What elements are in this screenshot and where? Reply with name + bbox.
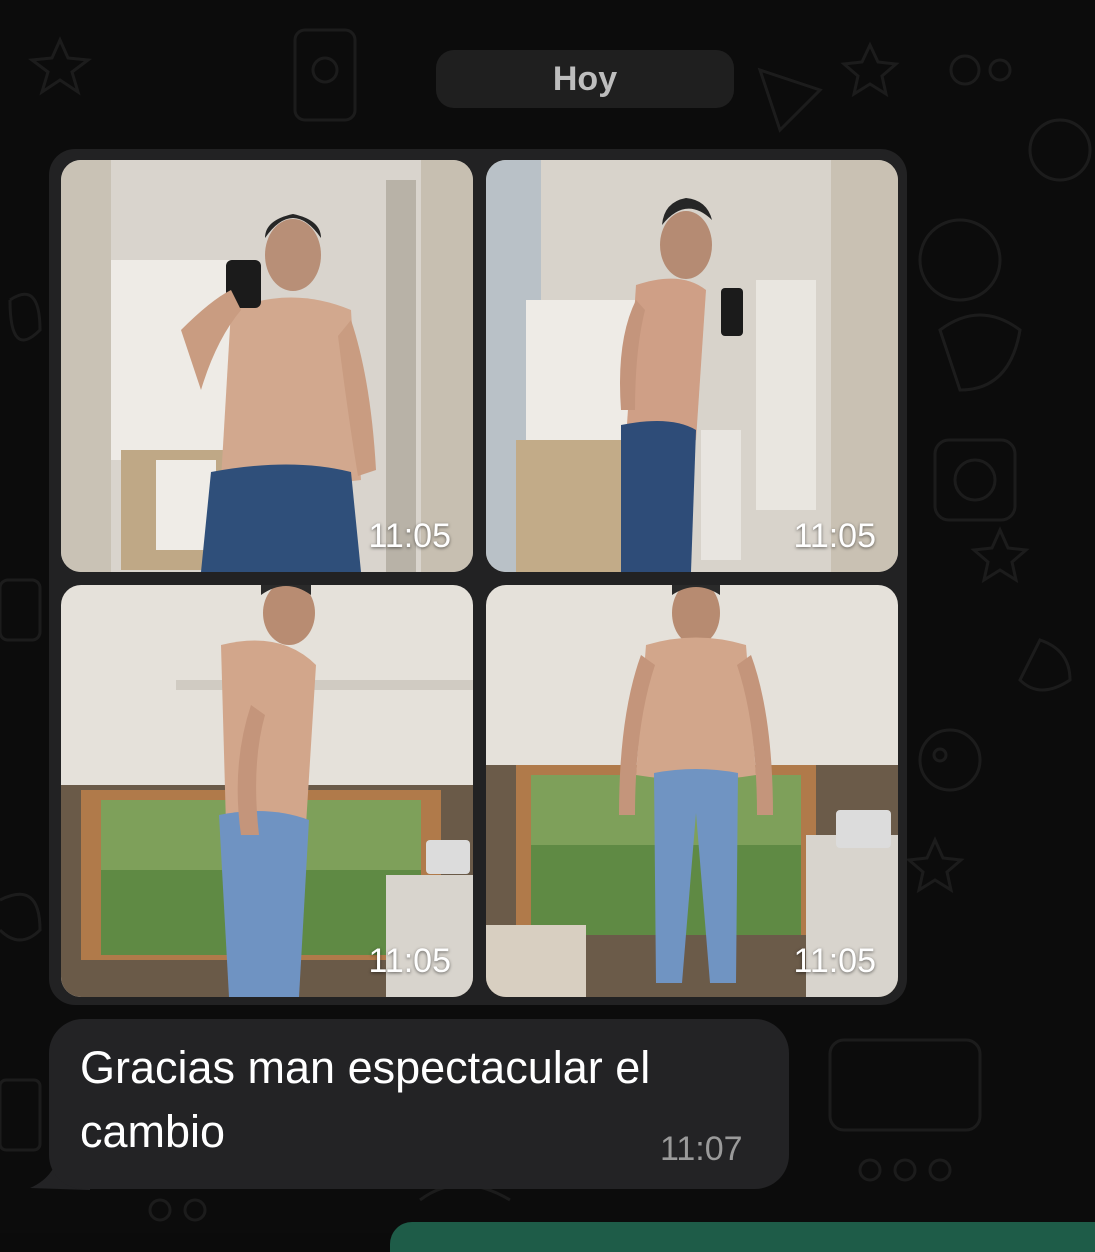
date-separator: Hoy [436, 50, 734, 108]
photo-timestamp: 11:05 [368, 942, 451, 980]
photo-timestamp: 11:05 [368, 517, 451, 555]
album-photo-3[interactable]: 11:05 [61, 585, 473, 997]
album-photo-2[interactable]: 11:05 [486, 160, 898, 572]
album-photo-1[interactable]: 11:05 [61, 160, 473, 572]
mirror-selfie-side-photo [486, 160, 898, 572]
photo-timestamp: 11:05 [793, 517, 876, 555]
mirror-selfie-front-photo [61, 160, 473, 572]
album-photo-4[interactable]: 11:05 [486, 585, 898, 997]
date-separator-label: Hoy [552, 59, 618, 98]
message-timestamp: 11:07 [660, 1130, 743, 1168]
outgoing-bubble-edge [390, 1222, 1095, 1252]
message-text: Gracias man espectacular el cambio [80, 1042, 651, 1157]
photo-timestamp: 11:05 [793, 942, 876, 980]
side-profile-photo [61, 585, 473, 997]
front-standing-photo [486, 585, 898, 997]
